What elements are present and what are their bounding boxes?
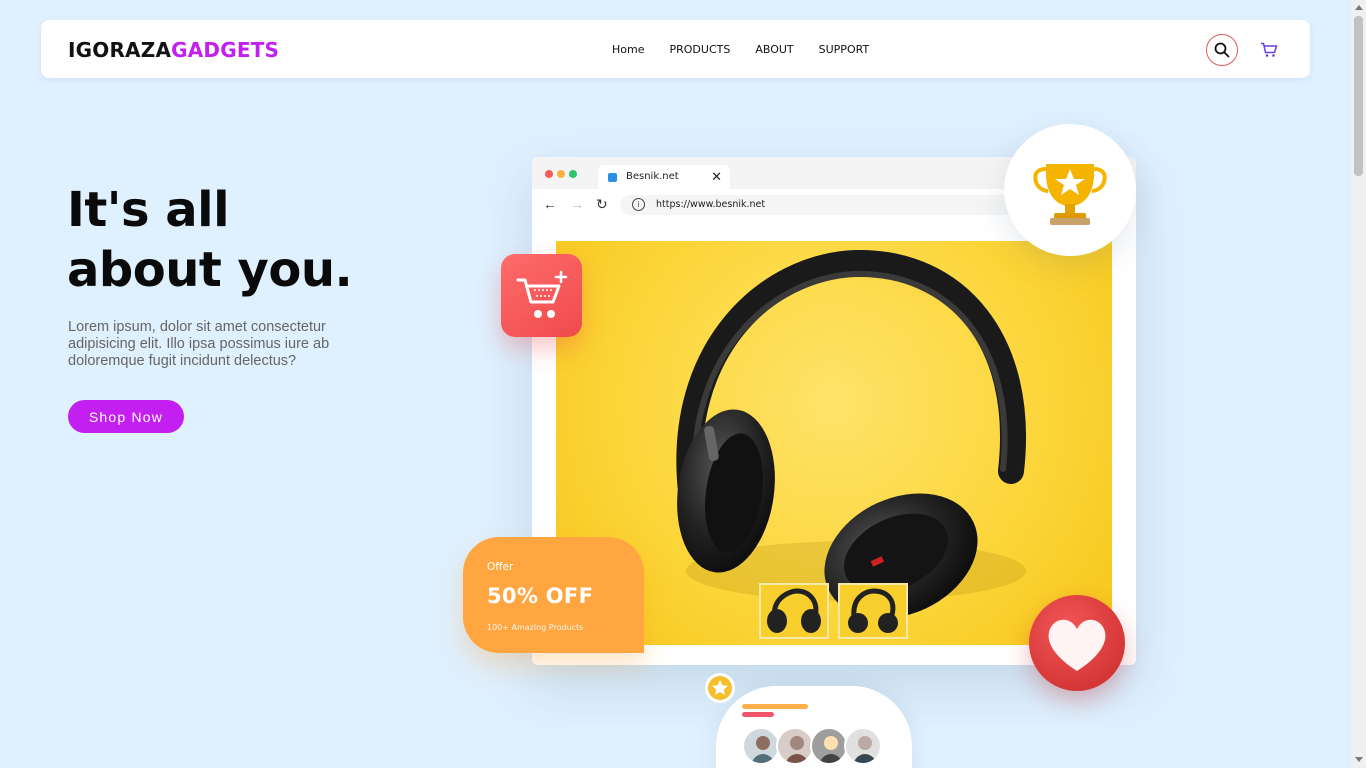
offer-subtitle: 100+ Amazing Products (487, 623, 584, 632)
site-header: IGORAZAGADGETS Home PRODUCTS ABOUT SUPPO… (41, 20, 1310, 78)
offer-card: Offer 50% OFF 100+ Amazing Products (463, 537, 644, 653)
favicon-icon (608, 173, 617, 182)
favorite-badge (1029, 595, 1125, 691)
product-thumbnail (759, 583, 829, 639)
site-logo[interactable]: IGORAZAGADGETS (68, 38, 279, 62)
nav-about[interactable]: ABOUT (755, 43, 793, 57)
browser-tab: Besnik.net ✕ (598, 165, 730, 189)
star-badge (705, 673, 735, 703)
tab-title: Besnik.net (626, 171, 679, 182)
scrollbar-thumb[interactable] (1354, 16, 1363, 176)
address-url: https://www.besnik.net (656, 199, 766, 210)
offer-label: Offer (487, 561, 514, 573)
star-icon (708, 676, 732, 700)
avatar (742, 727, 780, 765)
shop-now-button[interactable]: Shop Now (68, 400, 184, 433)
info-icon: i (632, 198, 645, 211)
window-maximize-dot (569, 170, 577, 178)
search-button[interactable] (1206, 34, 1238, 66)
rating-bar (742, 704, 808, 709)
window-close-dot (545, 170, 553, 178)
back-arrow-icon: ← (543, 196, 557, 212)
cart-button[interactable] (1258, 39, 1280, 61)
scroll-down-icon[interactable] (1355, 757, 1363, 762)
avatar (810, 727, 848, 765)
window-minimize-dot (557, 170, 565, 178)
forward-arrow-icon: → (570, 196, 584, 212)
product-thumbnail (838, 583, 908, 639)
avatar (776, 727, 814, 765)
hero-title: It's all about you. (67, 182, 353, 298)
add-to-cart-badge (501, 254, 582, 337)
offer-value: 50% OFF (487, 584, 594, 608)
trophy-icon (1033, 164, 1107, 225)
search-icon (1214, 42, 1230, 58)
shopping-cart-icon (1261, 42, 1278, 57)
nav-products[interactable]: PRODUCTS (669, 43, 730, 57)
avatar (844, 727, 882, 765)
page-scrollbar[interactable] (1351, 0, 1366, 768)
scroll-up-icon[interactable] (1355, 5, 1363, 10)
hero-description: Lorem ipsum, dolor sit amet consectetur … (68, 319, 330, 369)
trophy-badge (1004, 124, 1136, 256)
add-to-cart-icon (516, 270, 568, 318)
close-icon: ✕ (711, 169, 722, 184)
main-nav: Home PRODUCTS ABOUT SUPPORT (612, 43, 894, 57)
heart-icon (1048, 619, 1106, 671)
nav-support[interactable]: SUPPORT (819, 43, 870, 57)
reviews-card (716, 686, 912, 768)
nav-home[interactable]: Home (612, 43, 644, 57)
rating-bar (742, 712, 774, 717)
reload-icon: ↻ (596, 196, 608, 212)
